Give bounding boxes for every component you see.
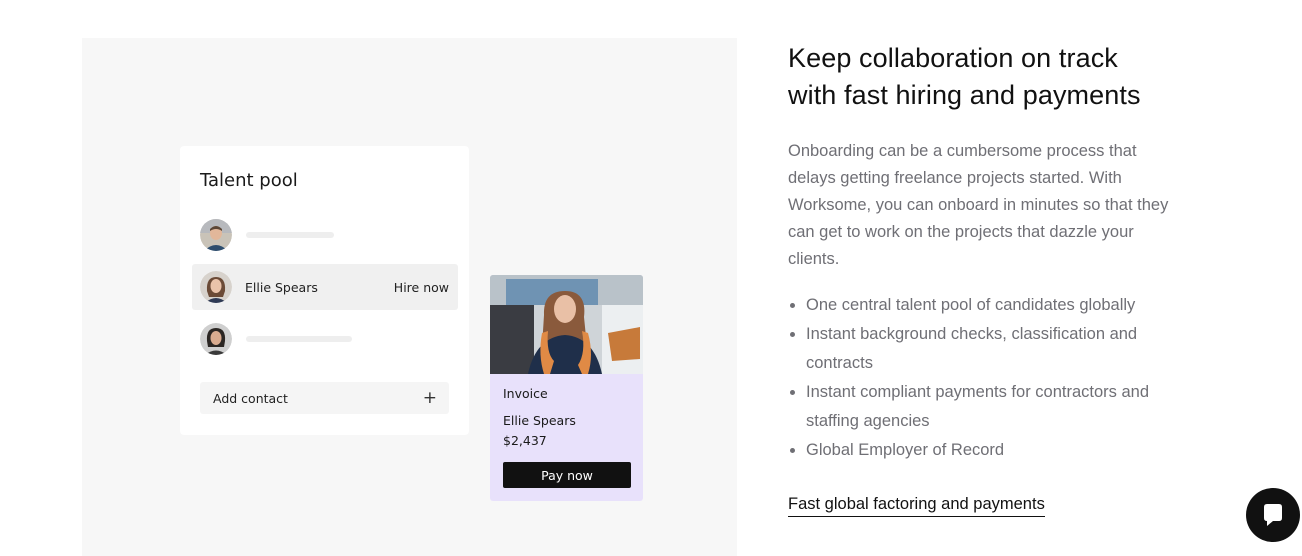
content-column: Keep collaboration on track with fast hi…: [788, 40, 1208, 517]
placeholder-line: [246, 336, 352, 342]
invoice-card: Invoice Ellie Spears $2,437 Pay now: [490, 275, 643, 501]
headline-line-1: Keep collaboration on track: [788, 43, 1118, 73]
section-body: Onboarding can be a cumbersome process t…: [788, 142, 1169, 268]
talent-pool-card: Talent pool Ellie Spears Hire now Add co…: [180, 146, 469, 435]
illustration-panel: Talent pool Ellie Spears Hire now Add co…: [82, 38, 737, 556]
add-contact-button[interactable]: Add contact +: [200, 382, 449, 414]
chat-icon: [1264, 504, 1282, 526]
invoice-label: Invoice: [503, 386, 548, 401]
feature-list: One central talent pool of candidates gl…: [788, 291, 1198, 465]
talent-pool-title: Talent pool: [200, 170, 298, 191]
pay-now-button[interactable]: Pay now: [503, 462, 631, 488]
avatar: [200, 219, 232, 251]
section-headline: Keep collaboration on track with fast hi…: [788, 40, 1208, 114]
feature-item: Instant background checks, classificatio…: [788, 320, 1198, 378]
talent-row-ellie[interactable]: Ellie Spears Hire now: [192, 264, 458, 310]
talent-name: Ellie Spears: [245, 279, 318, 295]
talent-row-placeholder-2: [192, 316, 458, 362]
avatar: [200, 323, 232, 355]
avatar: [200, 271, 232, 303]
add-contact-label: Add contact: [213, 390, 288, 406]
invoice-name: Ellie Spears: [503, 413, 576, 428]
feature-item: Global Employer of Record: [788, 436, 1198, 465]
page: Talent pool Ellie Spears Hire now Add co…: [0, 0, 1302, 556]
factoring-payments-link[interactable]: Fast global factoring and payments: [788, 493, 1045, 517]
feature-item: Instant compliant payments for contracto…: [788, 378, 1198, 436]
talent-row-placeholder-1: [192, 212, 458, 258]
placeholder-line: [246, 232, 334, 238]
chat-button[interactable]: [1246, 488, 1300, 542]
invoice-amount: $2,437: [503, 433, 547, 448]
feature-item: One central talent pool of candidates gl…: [788, 291, 1198, 320]
hire-now-button[interactable]: Hire now: [394, 280, 449, 295]
plus-icon: +: [422, 387, 437, 408]
headline-line-2: with fast hiring and payments: [788, 80, 1141, 110]
invoice-photo: [490, 275, 643, 374]
